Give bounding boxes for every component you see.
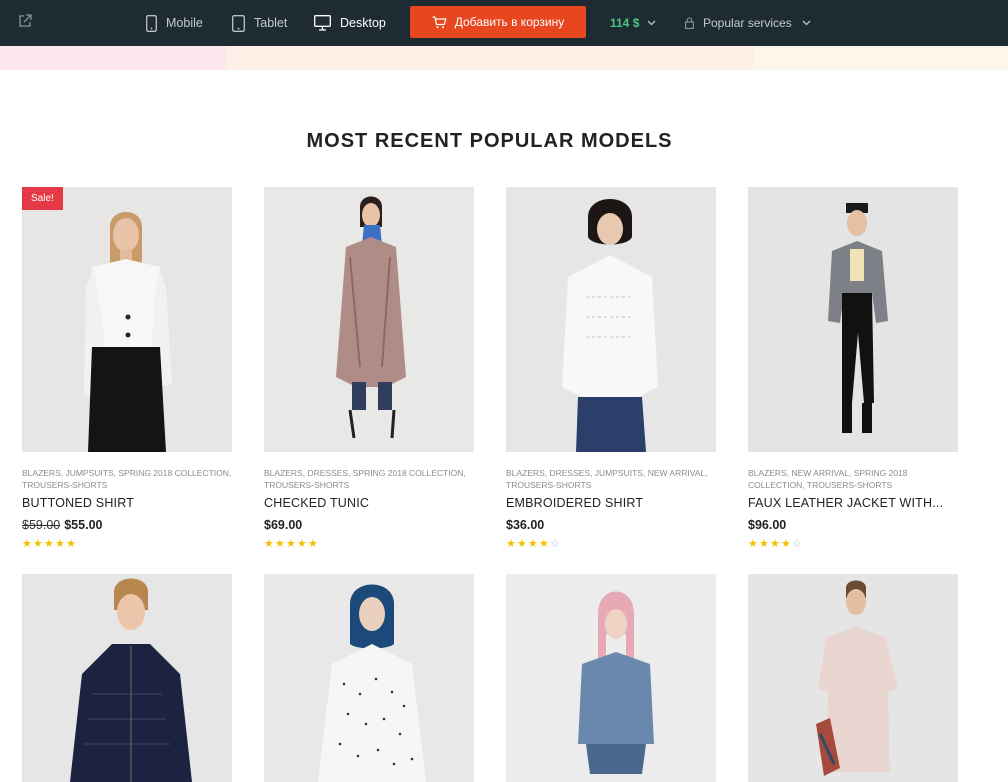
current-price: $69.00 [264,518,303,532]
device-mobile-label: Mobile [166,16,203,30]
star-rating: ★ ★ ★ ★ ★ [264,538,474,550]
product-categories[interactable]: BLAZERS, DRESSES, JUMPSUITS, NEW ARRIVAL… [506,467,716,491]
product-image[interactable] [22,574,232,782]
color-strip [753,46,1008,70]
star-icon: ★ [528,538,538,550]
star-icon: ★ [517,538,527,550]
product-price: $96.00 [748,518,958,532]
star-icon: ★ [506,538,516,550]
device-desktop-label: Desktop [340,16,386,30]
product-image[interactable] [506,574,716,782]
device-desktop-button[interactable]: Desktop [314,0,386,46]
chevron-down-icon [647,20,656,26]
star-icon: ★ [44,538,54,550]
product-card[interactable]: BLAZERS, DRESSES, SPRING 2018 COLLECTION… [264,187,474,550]
product-card[interactable] [22,574,232,782]
star-icon: ★ [748,538,758,550]
product-image[interactable] [264,574,474,782]
device-mobile-button[interactable]: Mobile [146,0,203,46]
product-price: $59.00 $55.00 [22,518,232,532]
top-toolbar: Mobile Tablet Desktop Добавить в корзину… [0,0,1008,46]
product-image[interactable] [748,574,958,782]
lock-icon [685,17,694,29]
star-icon: ★ [33,538,43,550]
product-name[interactable]: BUTTONED SHIRT [22,496,232,510]
add-to-cart-label: Добавить в корзину [454,15,565,29]
product-categories[interactable]: BLAZERS, DRESSES, SPRING 2018 COLLECTION… [264,467,474,491]
phone-icon [146,14,157,32]
product-image[interactable] [264,187,474,452]
star-rating: ★ ★ ★ ★ ☆ [506,538,716,550]
star-icon: ★ [22,538,32,550]
product-card[interactable]: BLAZERS, DRESSES, JUMPSUITS, NEW ARRIVAL… [506,187,716,550]
star-rating: ★ ★ ★ ★ ☆ [748,538,958,550]
current-price: $96.00 [748,518,787,532]
product-price: $36.00 [506,518,716,532]
star-icon: ★ [297,538,307,550]
cart-icon [432,15,447,28]
product-card[interactable]: BLAZERS, NEW ARRIVAL, SPRING 2018 COLLEC… [748,187,958,550]
price-value: 114 $ [610,16,640,30]
star-icon: ★ [308,538,318,550]
device-tablet-button[interactable]: Tablet [232,0,287,46]
product-card[interactable] [506,574,716,782]
star-icon: ★ [770,538,780,550]
chevron-down-icon [802,20,811,26]
product-card[interactable] [264,574,474,782]
current-price: $55.00 [64,518,103,532]
star-empty-icon: ☆ [792,538,802,550]
color-strip [226,46,753,70]
product-image[interactable] [506,187,716,452]
product-categories[interactable]: BLAZERS, NEW ARRIVAL, SPRING 2018 COLLEC… [748,467,958,491]
star-icon: ★ [539,538,549,550]
popular-services-dropdown[interactable]: Popular services [685,0,811,46]
device-tablet-label: Tablet [254,16,288,30]
color-strip [0,46,226,70]
star-icon: ★ [264,538,274,550]
popular-services-label: Popular services [703,16,792,30]
add-to-cart-button[interactable]: Добавить в корзину [410,6,586,38]
star-icon: ★ [286,538,296,550]
product-categories[interactable]: BLAZERS, JUMPSUITS, SPRING 2018 COLLECTI… [22,467,232,491]
star-empty-icon: ☆ [550,538,560,550]
product-name[interactable]: FAUX LEATHER JACKET WITH... [748,496,958,510]
section-title: MOST RECENT POPULAR MODELS [306,130,673,152]
old-price: $59.00 [22,518,61,532]
product-price: $69.00 [264,518,474,532]
product-card[interactable]: Sale! BLAZERS, JUMPSUITS, SPRING 2018 CO… [22,187,232,550]
star-icon: ★ [275,538,285,550]
star-rating: ★ ★ ★ ★ ★ [22,538,232,550]
monitor-icon [314,15,331,31]
product-card[interactable] [748,574,958,782]
external-link-icon[interactable] [18,14,32,28]
star-icon: ★ [759,538,769,550]
star-icon: ★ [66,538,76,550]
star-icon: ★ [781,538,791,550]
product-name[interactable]: CHECKED TUNIC [264,496,474,510]
current-price: $36.00 [506,518,545,532]
star-icon: ★ [55,538,65,550]
product-image[interactable]: Sale! [22,187,232,452]
product-name[interactable]: EMBROIDERED SHIRT [506,496,716,510]
product-image[interactable] [748,187,958,452]
tablet-icon [232,14,245,32]
price-dropdown[interactable]: 114 $ [610,0,656,46]
sale-badge: Sale! [22,187,63,210]
